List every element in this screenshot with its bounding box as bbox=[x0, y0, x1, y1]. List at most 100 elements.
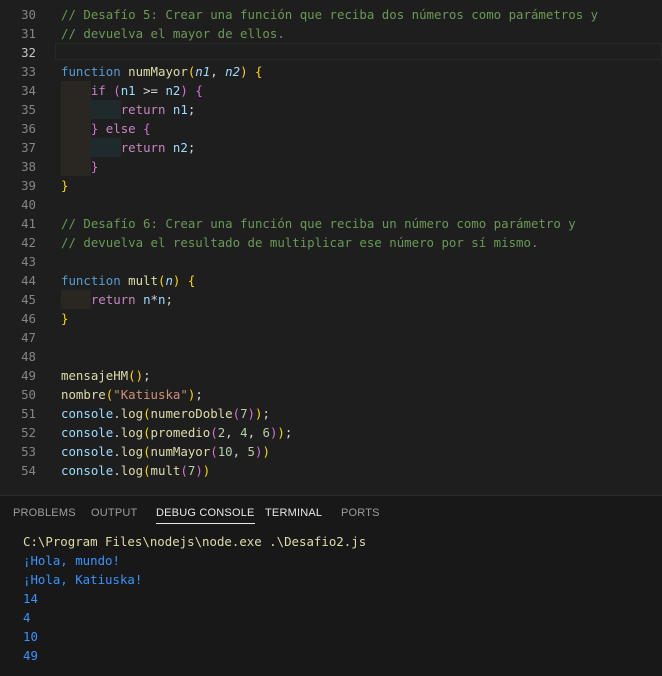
code-line[interactable]: 53 console.log(numMayor(10, 5)) bbox=[0, 442, 662, 461]
code-line[interactable]: 35 return n1; bbox=[0, 100, 662, 119]
code-token: if bbox=[90, 83, 106, 98]
console-output-line: 49 bbox=[23, 648, 38, 663]
code-token: ( bbox=[113, 83, 121, 98]
line-number: 30 bbox=[21, 7, 36, 22]
code-line[interactable]: 47 bbox=[0, 328, 662, 347]
code-line[interactable]: 30 // Desafío 5: Crear una función que re… bbox=[0, 5, 662, 24]
code-token: mult bbox=[150, 463, 181, 478]
console-output-line: ¡Hola, mundo! bbox=[23, 553, 120, 568]
code-line[interactable]: 38 } bbox=[0, 157, 662, 176]
code-editor[interactable]: 30 // Desafío 5: Crear una función que re… bbox=[0, 0, 662, 489]
line-number: 45 bbox=[21, 292, 36, 307]
tab-terminal[interactable]: TERMINAL bbox=[265, 507, 322, 523]
line-number: 53 bbox=[21, 444, 36, 459]
code-token: . bbox=[113, 425, 121, 440]
code-text: console.log(mult(7)) bbox=[61, 461, 210, 480]
code-line[interactable]: 46} bbox=[0, 309, 662, 328]
current-line-highlight bbox=[55, 43, 662, 60]
code-text: if (n1 >= n2) { bbox=[61, 81, 203, 100]
line-number: 43 bbox=[21, 254, 36, 269]
code-token: n2 bbox=[165, 83, 181, 98]
code-line[interactable]: 40 bbox=[0, 195, 662, 214]
code-text: } bbox=[61, 309, 68, 328]
code-token: ( bbox=[180, 463, 188, 478]
code-token: . bbox=[113, 406, 121, 421]
code-line[interactable]: 36 } else { bbox=[0, 119, 662, 138]
code-token: ( bbox=[143, 444, 151, 459]
code-token: ; bbox=[187, 140, 196, 155]
code-line[interactable]: 49 mensajeHM(); bbox=[0, 366, 662, 385]
line-number: 39 bbox=[21, 178, 36, 193]
line-number: 31 bbox=[21, 26, 36, 41]
code-token: } bbox=[61, 311, 69, 326]
code-token: 4 bbox=[240, 425, 248, 440]
code-text: // Desafío 5: Crear una función que reci… bbox=[61, 5, 598, 24]
code-token: . bbox=[113, 463, 121, 478]
line-number: 48 bbox=[21, 349, 36, 364]
code-line[interactable]: 41 // Desafío 6: Crear una función que re… bbox=[0, 214, 662, 233]
tab-output[interactable]: OUTPUT bbox=[91, 507, 137, 523]
code-token: ) bbox=[262, 444, 270, 459]
code-line[interactable]: 32 bbox=[0, 43, 662, 62]
code-token: console bbox=[61, 425, 114, 440]
code-token: n2 bbox=[225, 64, 241, 79]
tab-problems[interactable]: PROBLEMS bbox=[13, 507, 76, 523]
code-line[interactable]: 39} bbox=[0, 176, 662, 195]
code-line[interactable]: 43 bbox=[0, 252, 662, 271]
code-line[interactable]: 37 return n2; bbox=[0, 138, 662, 157]
code-line[interactable]: 48 bbox=[0, 347, 662, 366]
code-token: } bbox=[90, 159, 99, 174]
code-token: 10 bbox=[217, 444, 233, 459]
code-line[interactable]: 52 console.log(promedio(2, 4, 6)); bbox=[0, 423, 662, 442]
console-output-line: 4 bbox=[23, 610, 31, 625]
code-token: // devuelva el resultado de multiplicar … bbox=[61, 235, 539, 250]
code-token: n bbox=[143, 292, 151, 307]
code-token: log bbox=[120, 444, 144, 459]
code-token: log bbox=[120, 425, 144, 440]
code-line[interactable]: 33 function numMayor(n1, n2) { bbox=[0, 62, 662, 81]
code-line[interactable]: 42 // devuelva el resultado de multiplica… bbox=[0, 233, 662, 252]
code-token: ( bbox=[210, 444, 218, 459]
code-text: // Desafío 6: Crear una función que reci… bbox=[61, 214, 576, 233]
console-output-line: ¡Hola, Katiuska! bbox=[23, 572, 143, 587]
code-line[interactable]: 51 console.log(numeroDoble(7)); bbox=[0, 404, 662, 423]
code-token: ( bbox=[210, 425, 218, 440]
code-line[interactable]: 54 console.log(mult(7)) bbox=[0, 461, 662, 480]
tab-ports[interactable]: PORTS bbox=[341, 507, 380, 523]
code-token: console bbox=[61, 444, 114, 459]
code-token: ; bbox=[187, 102, 196, 117]
line-number: 50 bbox=[21, 387, 36, 402]
code-text: // devuelva el resultado de multiplicar … bbox=[61, 233, 538, 252]
code-token: ) bbox=[180, 83, 188, 98]
code-line[interactable]: 31 // devuelva el mayor de ellos. bbox=[0, 24, 662, 43]
code-line[interactable]: 45 return n*n; bbox=[0, 290, 662, 309]
code-text: console.log(promedio(2, 4, 6)); bbox=[61, 423, 292, 442]
code-token: ; bbox=[143, 368, 151, 383]
code-token: numMayor bbox=[128, 64, 188, 79]
line-number: 34 bbox=[21, 83, 36, 98]
code-token: . bbox=[113, 444, 121, 459]
code-token: n2 bbox=[172, 140, 188, 155]
tab-debug-console[interactable]: DEBUG CONSOLE bbox=[156, 507, 255, 524]
code-token: mult bbox=[128, 273, 158, 288]
code-token: n1 bbox=[120, 83, 136, 98]
line-number: 37 bbox=[21, 140, 36, 155]
code-line[interactable]: 34 if (n1 >= n2) { bbox=[0, 81, 662, 100]
code-token: () bbox=[128, 368, 144, 383]
line-number: 52 bbox=[21, 425, 36, 440]
code-token: , bbox=[225, 425, 241, 440]
code-token: { bbox=[255, 64, 263, 79]
code-line[interactable]: 50 nombre("Katiuska"); bbox=[0, 385, 662, 404]
code-token: , bbox=[247, 425, 263, 440]
code-token: log bbox=[120, 406, 144, 421]
code-token: return bbox=[120, 140, 166, 155]
code-token: nombre bbox=[61, 387, 106, 402]
line-number: 40 bbox=[21, 197, 36, 212]
code-line[interactable]: 44 function mult(n) { bbox=[0, 271, 662, 290]
code-token: { bbox=[187, 273, 196, 288]
code-token: n1 bbox=[172, 102, 188, 117]
